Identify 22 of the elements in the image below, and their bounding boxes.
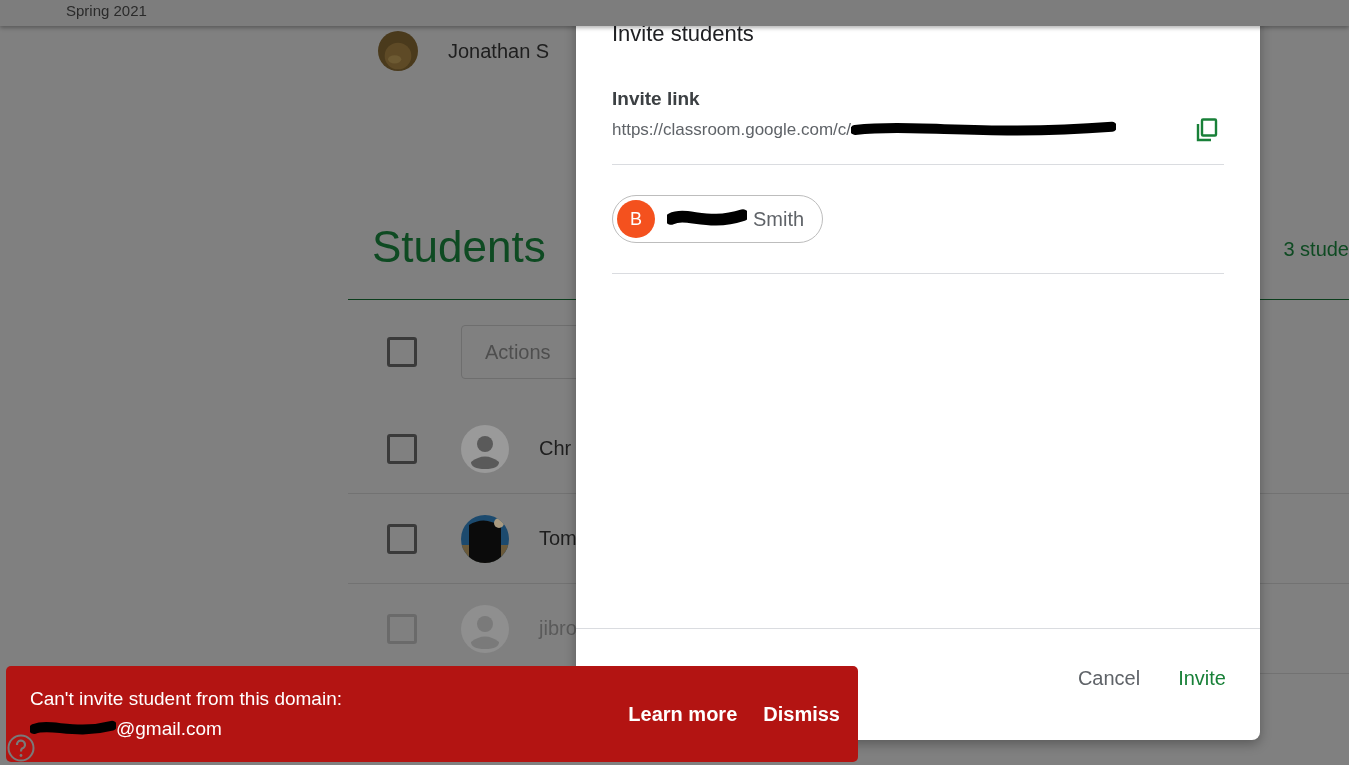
dialog-title: Invite students (612, 20, 755, 48)
checkbox[interactable] (387, 523, 417, 554)
snackbar-action[interactable]: Dismiss (755, 694, 848, 734)
cancel-button[interactable]: Cancel (1065, 659, 1153, 698)
initial-avatar: B (617, 200, 655, 238)
field-label: Invite link (612, 88, 701, 110)
email-address: @gmail.com (116, 717, 222, 741)
snackbar-action[interactable]: Learn more (620, 694, 746, 734)
error-message: Can't invite student from this domain: (30, 687, 342, 711)
course-term: Spring 2021 (66, 2, 147, 19)
avatar-icon (461, 424, 509, 473)
help-icon[interactable] (7, 734, 35, 762)
copy-icon[interactable] (1196, 118, 1218, 142)
invite-link[interactable]: https://classroom.google.com/c/ (612, 120, 852, 140)
invite-button[interactable]: Invite (1166, 659, 1238, 698)
teacher-name: Jonathan S (448, 39, 550, 63)
section-title: Students (372, 225, 546, 269)
student-count: 3 stude (1283, 239, 1349, 262)
checkbox[interactable] (387, 433, 417, 464)
checkbox[interactable] (387, 337, 417, 367)
student-name: Tom (539, 527, 577, 550)
student-name: Chr (539, 437, 572, 460)
